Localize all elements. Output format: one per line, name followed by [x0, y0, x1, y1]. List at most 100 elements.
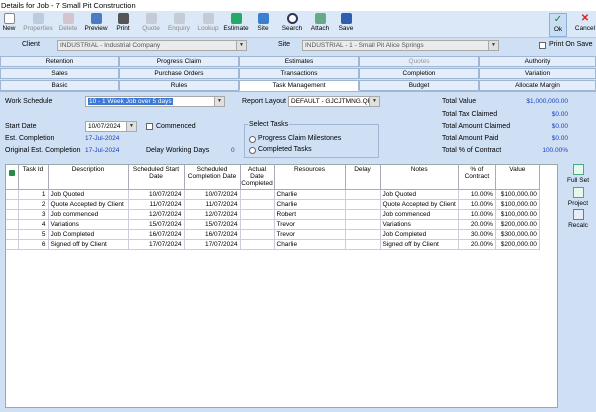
report-layout-select[interactable]: DEFAULT - GJCJTMNG.QR ▼	[288, 96, 380, 107]
table-cell[interactable]	[240, 219, 275, 230]
tab-variation[interactable]: Variation	[479, 68, 596, 79]
table-cell[interactable]: 12/07/2024	[184, 209, 241, 220]
preview-button[interactable]: Preview	[82, 13, 110, 37]
column-header[interactable]: Description	[48, 165, 129, 190]
tab-purchase-orders[interactable]: Purchase Orders	[119, 68, 239, 79]
tab-retention[interactable]: Retention	[0, 56, 119, 67]
table-cell[interactable]	[345, 209, 381, 220]
recalc-button[interactable]: Recalc	[564, 209, 592, 229]
table-row[interactable]: 1 Job Quoted 10/07/2024 10/07/2024 Charlie Jo…	[6, 189, 540, 200]
table-cell[interactable]: 10/07/2024	[184, 189, 241, 200]
ok-button[interactable]: ✓ Ok	[549, 13, 567, 37]
column-header[interactable]: Scheduled Completion Date	[184, 165, 241, 190]
column-header[interactable]: Actual Date Completed	[240, 165, 275, 190]
table-cell[interactable]: 6	[18, 239, 49, 250]
table-cell[interactable]: 30.00%	[458, 229, 496, 240]
tab-sales[interactable]: Sales	[0, 68, 119, 79]
tab-budget[interactable]: Budget	[359, 80, 479, 91]
table-cell[interactable]: 10.00%	[458, 199, 496, 210]
table-row[interactable]: 4 Variations 15/07/2024 15/07/2024 Trevor Var…	[6, 219, 540, 230]
tab-estimates[interactable]: Estimates	[239, 56, 359, 67]
tab-authority[interactable]: Authority	[479, 56, 596, 67]
table-cell[interactable]: $100,000.00	[495, 209, 540, 220]
quote-button[interactable]: Quote	[140, 13, 162, 37]
table-cell[interactable]: Job Quoted	[380, 189, 459, 200]
table-cell[interactable]	[345, 239, 381, 250]
column-header[interactable]: Resources	[274, 165, 346, 190]
table-cell[interactable]: Job commenced	[380, 209, 459, 220]
row-selector[interactable]	[6, 229, 19, 240]
progress-claim-milestones-radio[interactable]	[249, 136, 256, 143]
table-cell[interactable]: 10.00%	[458, 209, 496, 220]
project-button[interactable]: Project	[564, 187, 592, 207]
tab-rules[interactable]: Rules	[119, 80, 239, 91]
table-cell[interactable]: 16/07/2024	[128, 229, 185, 240]
table-cell[interactable]	[240, 189, 275, 200]
table-cell[interactable]	[240, 229, 275, 240]
table-cell[interactable]: $200,000.00	[495, 239, 540, 250]
table-cell[interactable]: 2	[18, 199, 49, 210]
properties-button[interactable]: Properties	[22, 13, 54, 37]
column-header[interactable]: % of Contract	[458, 165, 496, 190]
table-cell[interactable]	[345, 229, 381, 240]
table-cell[interactable]: $200,000.00	[495, 219, 540, 230]
delete-button[interactable]: Delete	[57, 13, 79, 37]
table-cell[interactable]: $100,000.00	[495, 189, 540, 200]
table-cell[interactable]: Trevor	[274, 229, 346, 240]
attach-button[interactable]: Attach	[308, 13, 332, 37]
tab-task-management[interactable]: Task Management	[239, 80, 359, 91]
table-cell[interactable]: $100,000.00	[495, 199, 540, 210]
table-cell[interactable]: 4	[18, 219, 49, 230]
cancel-button[interactable]: ✕ Cancel	[574, 13, 596, 37]
tab-progress-claim[interactable]: Progress Claim	[119, 56, 239, 67]
site-button[interactable]: Site	[255, 13, 271, 37]
table-cell[interactable]: 17/07/2024	[184, 239, 241, 250]
table-cell[interactable]: 16/07/2024	[184, 229, 241, 240]
row-selector[interactable]	[6, 199, 19, 210]
table-cell[interactable]	[240, 239, 275, 250]
row-selector[interactable]	[6, 219, 19, 230]
table-cell[interactable]	[345, 199, 381, 210]
site-select[interactable]: INDUSTRIAL - 1 - Small Pit Alice Springs…	[302, 40, 499, 51]
table-cell[interactable]: 3	[18, 209, 49, 220]
table-cell[interactable]: Variations	[48, 219, 129, 230]
table-cell[interactable]: Quote Accepted by Client	[48, 199, 129, 210]
table-cell[interactable]: 15/07/2024	[128, 219, 185, 230]
table-cell[interactable]: Charlie	[274, 199, 346, 210]
lookup-button[interactable]: Lookup	[195, 13, 221, 37]
table-cell[interactable]: 10/07/2024	[128, 189, 185, 200]
table-cell[interactable]: Job Quoted	[48, 189, 129, 200]
table-cell[interactable]: 11/07/2024	[128, 199, 185, 210]
row-selector[interactable]	[6, 239, 19, 250]
column-header[interactable]: Delay	[345, 165, 381, 190]
table-cell[interactable]	[240, 209, 275, 220]
table-cell[interactable]: 5	[18, 229, 49, 240]
column-header[interactable]: Task Id	[18, 165, 49, 190]
new-button[interactable]: New	[1, 13, 17, 37]
tab-completion[interactable]: Completion	[359, 68, 479, 79]
table-cell[interactable]: Job commenced	[48, 209, 129, 220]
table-cell[interactable]: Variations	[380, 219, 459, 230]
table-row[interactable]: 6 Signed off by Client 17/07/2024 17/07/202…	[6, 239, 540, 250]
commenced-checkbox[interactable]	[146, 123, 153, 130]
table-cell[interactable]	[345, 219, 381, 230]
table-cell[interactable]: $300,000.00	[495, 229, 540, 240]
table-row[interactable]: 2 Quote Accepted by Client 11/07/2024 11/07…	[6, 199, 540, 210]
table-cell[interactable]: 11/07/2024	[184, 199, 241, 210]
table-cell[interactable]: Quote Accepted by Client	[380, 199, 459, 210]
table-row[interactable]: 5 Job Completed 16/07/2024 16/07/2024 Trevor…	[6, 229, 540, 240]
column-header[interactable]: Scheduled Start Date	[128, 165, 185, 190]
table-cell[interactable]	[240, 199, 275, 210]
table-cell[interactable]: 20.00%	[458, 239, 496, 250]
table-cell[interactable]: Charlie	[274, 189, 346, 200]
table-cell[interactable]: 10.00%	[458, 189, 496, 200]
tab-basic[interactable]: Basic	[0, 80, 119, 91]
full-set-button[interactable]: Full Set	[564, 164, 592, 184]
table-cell[interactable]: Job Completed	[380, 229, 459, 240]
enquiry-button[interactable]: Enquiry	[166, 13, 192, 37]
completed-tasks-radio[interactable]	[249, 147, 256, 154]
task-grid[interactable]: Task Id Description Scheduled Start Date…	[5, 164, 558, 408]
table-cell[interactable]: 20.00%	[458, 219, 496, 230]
table-cell[interactable]: Signed off by Client	[380, 239, 459, 250]
tab-quotes[interactable]: Quotes	[359, 56, 479, 67]
